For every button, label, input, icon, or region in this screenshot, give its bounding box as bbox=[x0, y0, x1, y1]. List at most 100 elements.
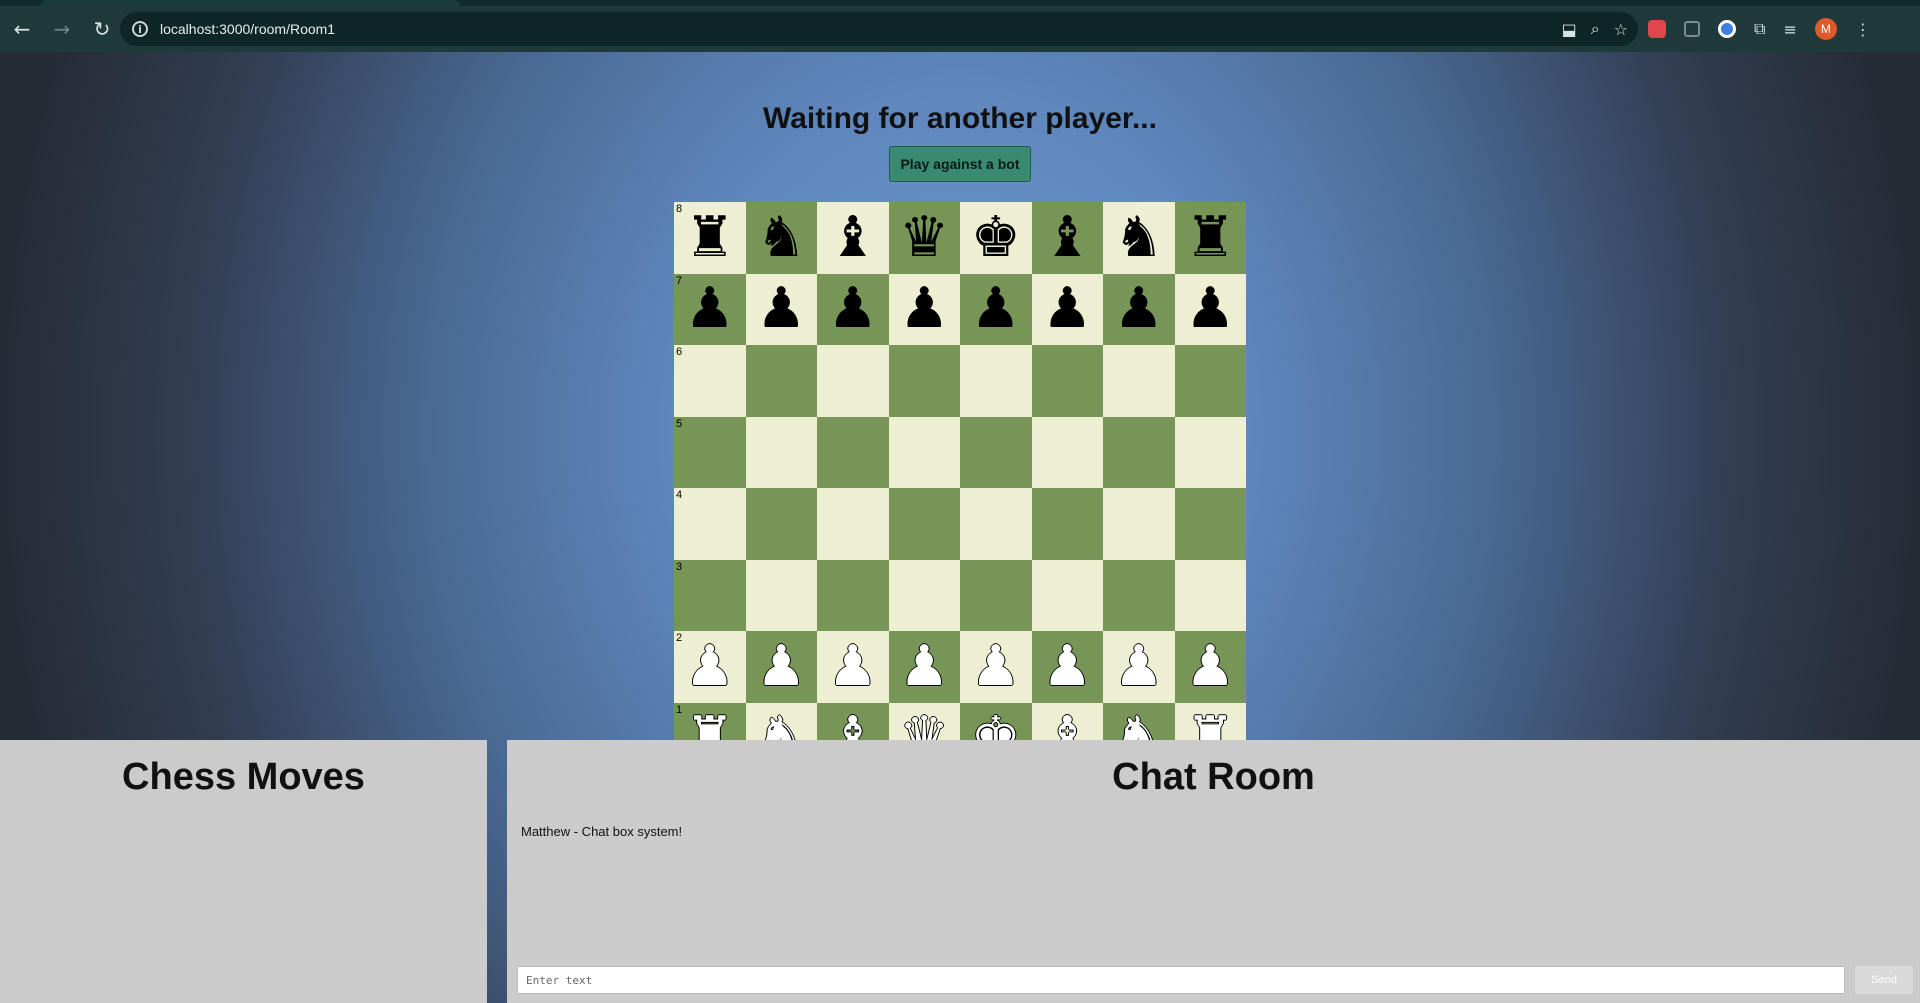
site-info-icon[interactable]: i bbox=[132, 21, 148, 37]
board-square[interactable] bbox=[960, 559, 1032, 631]
black-king-icon[interactable]: ♚ bbox=[971, 209, 1021, 266]
board-square[interactable]: ♟ bbox=[960, 631, 1032, 703]
board-square[interactable]: ♞ bbox=[745, 202, 817, 274]
board-square[interactable] bbox=[745, 345, 817, 417]
board-square[interactable]: 3 bbox=[674, 559, 746, 631]
white-pawn-icon[interactable]: ♟ bbox=[1114, 638, 1164, 695]
board-square[interactable]: ♟ bbox=[960, 273, 1032, 345]
board-square[interactable]: ♟ bbox=[1174, 273, 1246, 345]
black-pawn-icon[interactable]: ♟ bbox=[1114, 281, 1164, 337]
extension-red-icon[interactable] bbox=[1648, 20, 1666, 38]
back-icon[interactable]: ← bbox=[4, 11, 40, 47]
board-square[interactable]: ♟ bbox=[1031, 631, 1103, 703]
board-square[interactable]: ♛ bbox=[888, 202, 960, 274]
install-app-icon[interactable]: ⬓ bbox=[1562, 20, 1577, 39]
board-square[interactable]: ♟ bbox=[745, 631, 817, 703]
board-square[interactable] bbox=[817, 416, 889, 488]
extensions-puzzle-icon[interactable]: ⧉ bbox=[1754, 19, 1765, 39]
play-bot-button[interactable]: Play against a bot bbox=[889, 146, 1031, 182]
extension-blue-icon[interactable] bbox=[1718, 20, 1736, 38]
board-square[interactable] bbox=[1103, 488, 1175, 560]
black-pawn-icon[interactable]: ♟ bbox=[685, 281, 735, 337]
board-square[interactable]: 2 ♟ bbox=[674, 631, 746, 703]
board-square[interactable] bbox=[1174, 416, 1246, 488]
zoom-icon[interactable]: ⌕ bbox=[1591, 19, 1600, 39]
black-bishop-icon[interactable]: ♝ bbox=[828, 209, 878, 266]
board-square[interactable] bbox=[745, 559, 817, 631]
rank-label: 6 bbox=[676, 346, 683, 358]
board-square[interactable] bbox=[745, 416, 817, 488]
board-square[interactable] bbox=[888, 345, 960, 417]
board-square[interactable] bbox=[1174, 345, 1246, 417]
board-square[interactable]: ♝ bbox=[1031, 202, 1103, 274]
board-square[interactable]: ♟ bbox=[745, 273, 817, 345]
chat-room-panel: Chat Room Matthew - Chat box system! Sen… bbox=[507, 740, 1920, 1003]
board-square[interactable] bbox=[1031, 416, 1103, 488]
board-square[interactable]: ♚ bbox=[960, 202, 1032, 274]
black-queen-icon[interactable]: ♛ bbox=[899, 209, 949, 266]
black-pawn-icon[interactable]: ♟ bbox=[1042, 281, 1092, 337]
board-square[interactable]: ♟ bbox=[1174, 631, 1246, 703]
board-square[interactable]: ♟ bbox=[817, 273, 889, 345]
board-square[interactable]: ♟ bbox=[888, 631, 960, 703]
board-square[interactable]: ♟ bbox=[1103, 273, 1175, 345]
board-square[interactable] bbox=[1174, 488, 1246, 560]
board-square[interactable] bbox=[1174, 559, 1246, 631]
board-square[interactable]: 7 ♟ bbox=[674, 273, 746, 345]
extension-grey-icon[interactable] bbox=[1684, 21, 1700, 37]
chat-input[interactable] bbox=[517, 966, 1845, 994]
board-square[interactable]: ♟ bbox=[817, 631, 889, 703]
black-pawn-icon[interactable]: ♟ bbox=[971, 281, 1021, 337]
send-button[interactable]: Send bbox=[1855, 966, 1913, 994]
white-pawn-icon[interactable]: ♟ bbox=[971, 638, 1021, 695]
board-square[interactable]: ♜ bbox=[1174, 202, 1246, 274]
white-pawn-icon[interactable]: ♟ bbox=[1185, 638, 1235, 695]
board-square[interactable] bbox=[1031, 559, 1103, 631]
board-square[interactable] bbox=[960, 488, 1032, 560]
board-square[interactable] bbox=[888, 416, 960, 488]
reload-icon[interactable]: ↻ bbox=[84, 11, 120, 47]
black-rook-icon[interactable]: ♜ bbox=[1185, 209, 1235, 266]
black-knight-icon[interactable]: ♞ bbox=[756, 209, 806, 266]
black-pawn-icon[interactable]: ♟ bbox=[899, 281, 949, 337]
black-pawn-icon[interactable]: ♟ bbox=[828, 281, 878, 337]
media-control-icon[interactable]: ≡ bbox=[1783, 20, 1796, 39]
white-pawn-icon[interactable]: ♟ bbox=[756, 638, 806, 695]
board-square[interactable] bbox=[888, 559, 960, 631]
bookmark-star-icon[interactable]: ☆ bbox=[1614, 20, 1628, 39]
board-square[interactable] bbox=[817, 488, 889, 560]
white-pawn-icon[interactable]: ♟ bbox=[899, 638, 949, 695]
board-square[interactable] bbox=[1031, 488, 1103, 560]
board-square[interactable]: ♝ bbox=[817, 202, 889, 274]
board-square[interactable]: 4 bbox=[674, 488, 746, 560]
board-square[interactable]: ♟ bbox=[1031, 273, 1103, 345]
board-square[interactable]: ♟ bbox=[888, 273, 960, 345]
board-square[interactable] bbox=[817, 559, 889, 631]
profile-avatar[interactable]: M bbox=[1814, 18, 1837, 40]
forward-icon[interactable]: → bbox=[44, 11, 80, 47]
white-pawn-icon[interactable]: ♟ bbox=[1042, 638, 1092, 695]
board-square[interactable]: ♟ bbox=[1103, 631, 1175, 703]
menu-kebab-icon[interactable]: ⋮ bbox=[1855, 20, 1871, 39]
black-rook-icon[interactable]: ♜ bbox=[685, 209, 735, 266]
board-square[interactable]: ♞ bbox=[1103, 202, 1175, 274]
board-square[interactable] bbox=[1103, 345, 1175, 417]
black-knight-icon[interactable]: ♞ bbox=[1114, 209, 1164, 266]
board-square[interactable] bbox=[888, 488, 960, 560]
board-square[interactable] bbox=[960, 345, 1032, 417]
board-square[interactable]: 5 bbox=[674, 416, 746, 488]
address-bar[interactable]: i localhost:3000/room/Room1 ⬓ ⌕ ☆ bbox=[120, 12, 1638, 46]
board-square[interactable] bbox=[1031, 345, 1103, 417]
white-pawn-icon[interactable]: ♟ bbox=[685, 638, 735, 695]
black-pawn-icon[interactable]: ♟ bbox=[756, 281, 806, 337]
board-square[interactable] bbox=[1103, 416, 1175, 488]
board-square[interactable]: 6 bbox=[674, 345, 746, 417]
board-square[interactable] bbox=[817, 345, 889, 417]
white-pawn-icon[interactable]: ♟ bbox=[828, 638, 878, 695]
board-square[interactable]: 8♜ bbox=[674, 202, 746, 274]
board-square[interactable] bbox=[745, 488, 817, 560]
black-bishop-icon[interactable]: ♝ bbox=[1042, 209, 1092, 266]
board-square[interactable] bbox=[960, 416, 1032, 488]
board-square[interactable] bbox=[1103, 559, 1175, 631]
black-pawn-icon[interactable]: ♟ bbox=[1185, 281, 1235, 337]
